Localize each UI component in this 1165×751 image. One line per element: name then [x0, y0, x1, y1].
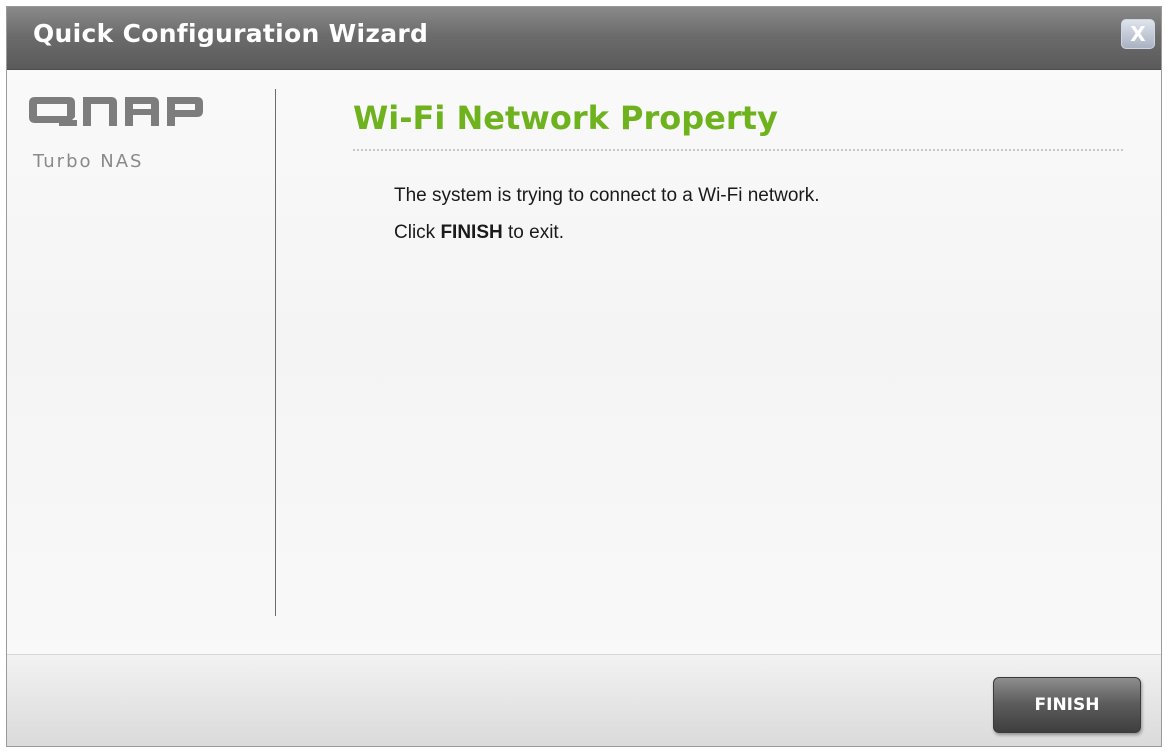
finish-button[interactable]: FINISH: [993, 677, 1141, 733]
instruction-finish-emphasis: FINISH: [440, 222, 503, 243]
wizard-window: Quick Configuration Wizard X Turbo NAS W…: [6, 6, 1162, 747]
finish-button-label: FINISH: [1034, 695, 1100, 715]
instruction-suffix: to exit.: [502, 222, 564, 243]
logo-subtitle: Turbo NAS: [33, 151, 144, 172]
page-title: Wi-Fi Network Property: [353, 99, 778, 137]
instruction-prefix: Click: [394, 222, 441, 243]
footer-bar: FINISH: [7, 654, 1161, 746]
window-title: Quick Configuration Wizard: [33, 19, 429, 48]
close-icon: X: [1130, 22, 1146, 46]
close-button[interactable]: X: [1121, 19, 1155, 49]
status-message: The system is trying to connect to a Wi-…: [394, 185, 820, 206]
title-bar: Quick Configuration Wizard X: [7, 7, 1161, 70]
dotted-separator: [353, 149, 1123, 151]
vertical-divider: [275, 89, 276, 616]
instruction-message: Click FINISH to exit.: [394, 222, 564, 244]
qnap-logo: [29, 97, 203, 126]
